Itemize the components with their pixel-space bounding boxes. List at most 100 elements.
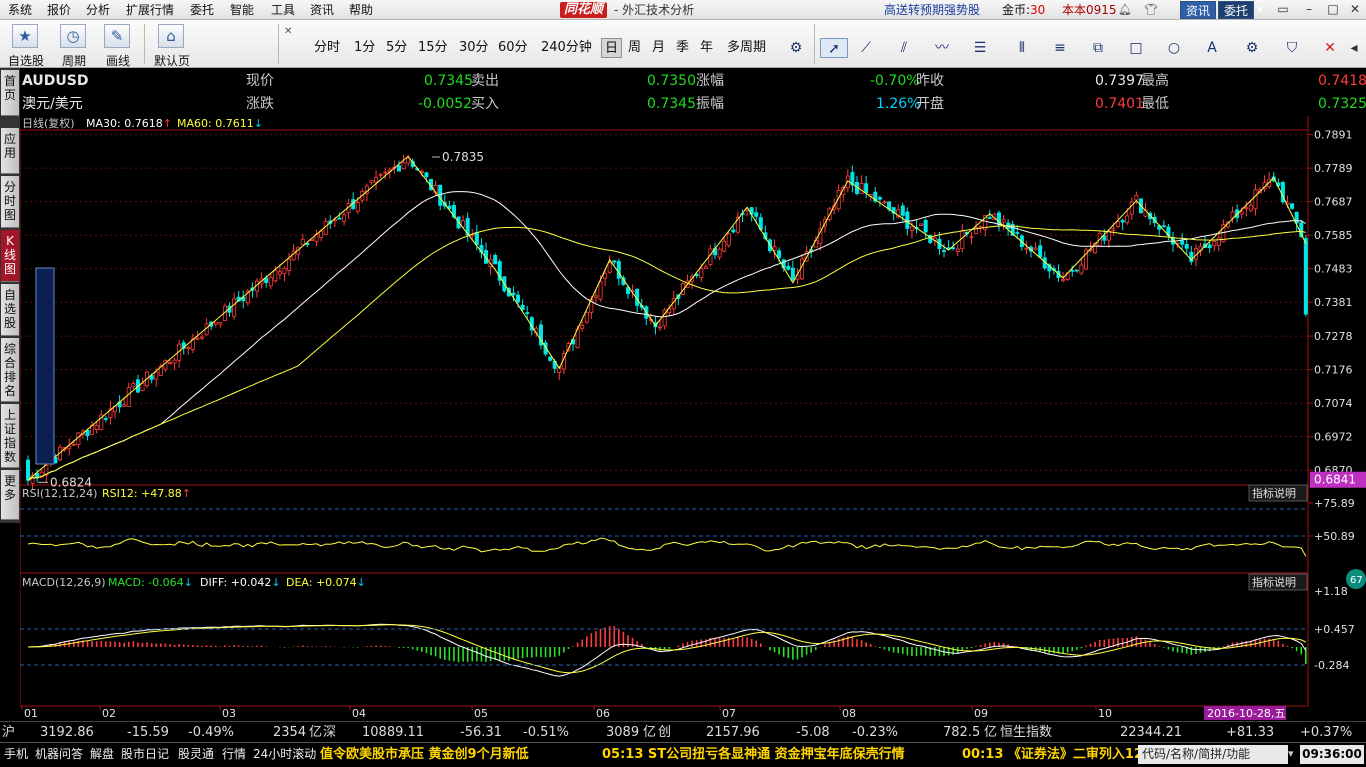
- ellipse-icon[interactable]: ○: [1160, 38, 1188, 58]
- sidebar-item-home[interactable]: 首页: [1, 70, 19, 116]
- bell-icon[interactable]: 🔔︎: [1117, 2, 1133, 18]
- trade-tab[interactable]: 委托: [1218, 1, 1255, 19]
- period-year[interactable]: 年: [700, 38, 713, 58]
- sidebar-item-timeshare[interactable]: 分时图: [1, 176, 19, 228]
- ma60-sep: :: [208, 117, 215, 130]
- delete-icon[interactable]: ✕: [1316, 38, 1344, 58]
- rectangle-icon[interactable]: □: [1122, 38, 1150, 58]
- x-tick-label: 09: [974, 707, 988, 720]
- ma30-legend: MA30: 0.7618↑: [86, 117, 172, 130]
- period-5min[interactable]: 5分: [386, 38, 407, 58]
- status-btn-mobile[interactable]: 手机: [2, 745, 30, 764]
- promo-link[interactable]: 高送转预期强势股: [884, 0, 980, 20]
- coins-display: 金币:30: [1002, 0, 1045, 20]
- wave-icon[interactable]: 〰: [928, 38, 956, 58]
- channel-icon[interactable]: ≡: [1046, 38, 1074, 58]
- period-week[interactable]: 周: [628, 38, 641, 58]
- status-btn-review[interactable]: 解盘: [88, 745, 116, 764]
- sidebar-item-more[interactable]: 更多: [1, 470, 19, 520]
- maximize-icon[interactable]: □: [1322, 2, 1344, 18]
- menu-analysis[interactable]: 分析: [86, 0, 110, 20]
- close-icon[interactable]: ✕: [1344, 2, 1366, 18]
- ticker-sh-unit: 亿: [309, 725, 323, 740]
- candle-body: [67, 445, 72, 450]
- sidebar-item-favorites[interactable]: 自选股: [1, 284, 19, 336]
- candle-body: [213, 321, 218, 325]
- app-logo: 同花顺: [560, 2, 608, 18]
- chevron-down-icon[interactable]: ▾: [1252, 2, 1268, 18]
- stripes-icon[interactable]: ⧉: [1084, 38, 1112, 58]
- toolbar-separator: [278, 24, 279, 64]
- index-ticker[interactable]: 沪 3192.86 -15.59 -0.49% 2354 亿 深 10889.1…: [0, 721, 1366, 742]
- candle-body: [103, 418, 108, 420]
- menu-news[interactable]: 资讯: [310, 0, 334, 20]
- sidebar-item-shanghai-index[interactable]: 上证指数: [1, 404, 19, 468]
- period-month[interactable]: 月: [652, 38, 665, 58]
- period-60min[interactable]: 60分: [498, 38, 528, 58]
- home-icon: ⌂: [158, 24, 184, 48]
- version-label: 本本0915: [1062, 3, 1117, 17]
- macd-help-button[interactable]: 指标说明: [1252, 575, 1296, 589]
- period-30min[interactable]: 30分: [459, 38, 489, 58]
- status-btn-qa[interactable]: 机器问答: [33, 745, 85, 764]
- candle-body: [584, 312, 589, 323]
- restore-icon[interactable]: ▭: [1272, 2, 1294, 18]
- sidebar-item-kline[interactable]: K线图: [1, 230, 19, 282]
- period-day[interactable]: 日: [601, 38, 623, 58]
- chart-area[interactable]: 0.7891 0.7789 0.7687 0.7585 0.7483 0.7381 0.72…: [20, 116, 1366, 720]
- menu-system[interactable]: 系统: [8, 0, 32, 20]
- news-headline-2[interactable]: 05:13 ST公司扭亏各显神通 资金押宝年底保壳行情: [602, 745, 905, 764]
- parallel-lines-icon[interactable]: ⫽: [890, 38, 918, 58]
- menu-extended[interactable]: 扩展行情: [126, 0, 174, 20]
- cursor-icon[interactable]: ➚: [820, 38, 848, 58]
- rsi-value-legend: RSI12: +47.88↑: [102, 487, 191, 500]
- chevron-down-icon[interactable]: ▾: [1288, 747, 1294, 760]
- menu-help[interactable]: 帮助: [349, 0, 373, 20]
- period-button[interactable]: ◷ 周期: [52, 23, 96, 68]
- gann-icon[interactable]: ⦀: [1008, 38, 1036, 58]
- period-multi[interactable]: 多周期: [727, 38, 766, 58]
- toolbar-separator: [144, 24, 145, 64]
- status-btn-rolling[interactable]: 24小时滚动: [251, 745, 318, 764]
- news-headline-1[interactable]: 值令欧美股市承压 黄金创9个月新低: [320, 745, 529, 764]
- macd-tick-mid: +0.457: [1314, 623, 1355, 636]
- candle-body: [603, 273, 608, 279]
- period-1min[interactable]: 1分: [354, 38, 375, 58]
- settings-icon[interactable]: ⚙: [1238, 38, 1266, 58]
- minimize-icon[interactable]: –: [1298, 2, 1320, 18]
- search-input[interactable]: 代码/名称/简拼/功能: [1138, 745, 1288, 764]
- menu-smart[interactable]: 智能: [230, 0, 254, 20]
- candle-body: [612, 260, 617, 263]
- draw-line-button[interactable]: ✎ 画线: [96, 23, 140, 68]
- menu-tools[interactable]: 工具: [271, 0, 295, 20]
- ma30-arrow-icon: ↑: [163, 117, 172, 130]
- fibonacci-icon[interactable]: ☰: [966, 38, 994, 58]
- bookmark-icon[interactable]: ⛉: [1278, 38, 1306, 58]
- text-icon[interactable]: A: [1198, 38, 1226, 58]
- sidebar-item-apps[interactable]: 应用: [1, 128, 19, 174]
- toolbar-scroll-icon[interactable]: ◂: [1344, 38, 1364, 58]
- collapse-icon[interactable]: ✕: [284, 26, 292, 37]
- gear-icon[interactable]: ⚙: [782, 38, 810, 58]
- chart-canvas[interactable]: 0.7891 0.7789 0.7687 0.7585 0.7483 0.7381 0.72…: [20, 116, 1366, 720]
- status-btn-diary[interactable]: 股市日记: [119, 745, 171, 764]
- favorites-button[interactable]: ★ 自选股: [4, 23, 48, 68]
- period-240min[interactable]: 240分钟: [541, 38, 592, 58]
- refresh-badge-label[interactable]: 67: [1350, 575, 1363, 586]
- status-btn-lingtong[interactable]: 股灵通: [176, 745, 216, 764]
- ticker-hsi-change: +81.33: [1226, 725, 1275, 740]
- rsi-help-button[interactable]: 指标说明: [1252, 486, 1296, 500]
- period-quarter[interactable]: 季: [676, 38, 689, 58]
- candle-body: [1184, 244, 1189, 249]
- menu-trade[interactable]: 委托: [190, 0, 214, 20]
- sidebar-item-ranking[interactable]: 综合排名: [1, 338, 19, 402]
- period-15min[interactable]: 15分: [418, 38, 448, 58]
- trendline-icon[interactable]: ⟋: [852, 38, 880, 58]
- news-headline-3[interactable]: 00:13 《证券法》二审列入12: [962, 745, 1143, 764]
- period-timeshare[interactable]: 分时: [314, 38, 340, 58]
- default-page-button[interactable]: ⌂ 默认页: [150, 23, 194, 68]
- news-tab[interactable]: 资讯: [1180, 1, 1217, 19]
- menu-quote[interactable]: 报价: [47, 0, 71, 20]
- shirt-icon[interactable]: 👕︎: [1143, 2, 1159, 18]
- status-btn-market[interactable]: 行情: [220, 745, 248, 764]
